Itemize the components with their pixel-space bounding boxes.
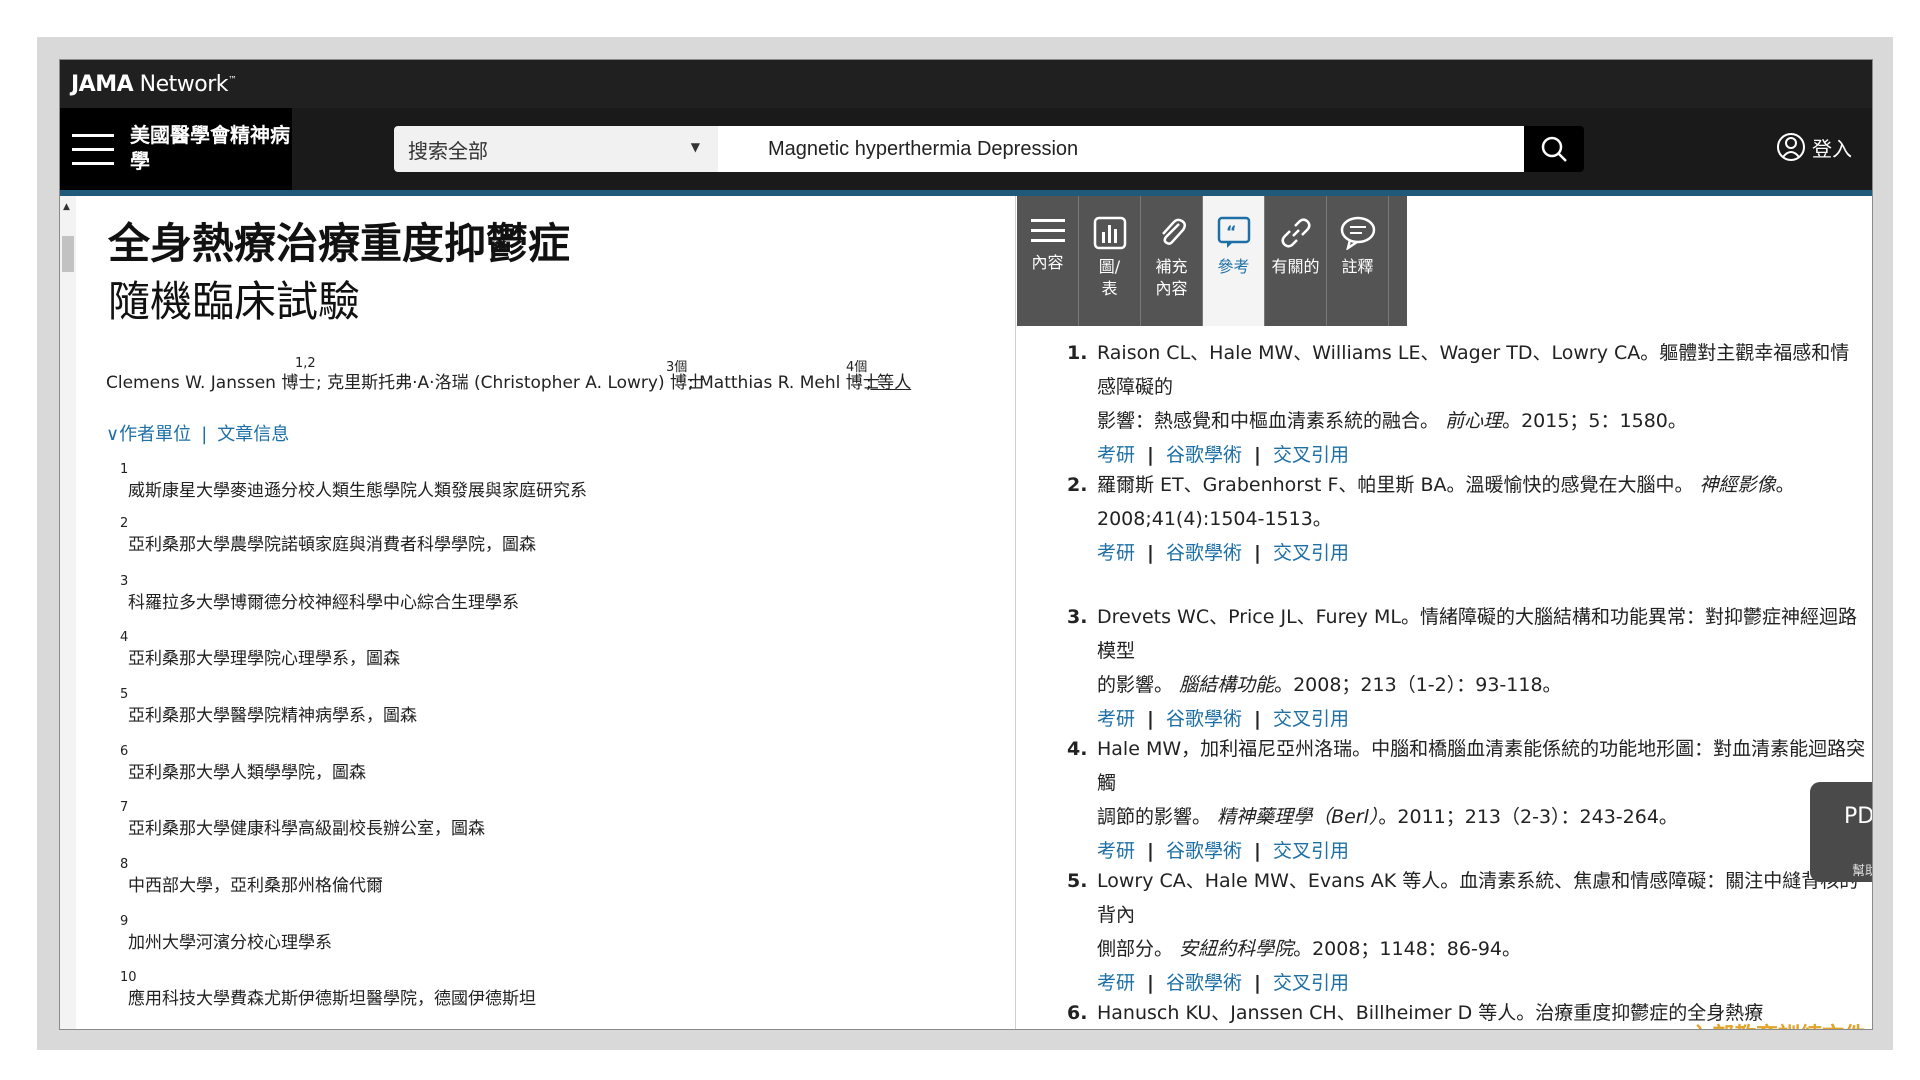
more-authors-link[interactable]: ; 等人 — [866, 368, 911, 393]
google-scholar-link[interactable]: 谷歌學術 — [1166, 444, 1242, 466]
article-title: 全身熱療治療重度抑鬱症 — [108, 219, 571, 268]
crossref-link[interactable]: 交叉引用 — [1273, 444, 1349, 466]
affiliation-item: 2 亞利桑那大學農學院諾頓家庭與消費者科學學院，圖森 — [120, 516, 536, 555]
search-scope-select[interactable]: 搜索全部 ▼ — [394, 126, 718, 172]
affiliation-item: 5 亞利桑那大學醫學院精神病學系，圖森 — [120, 687, 417, 726]
reference-item: 2. 羅爾斯 ET、Grabenhorst F、帕里斯 BA。溫暖愉快的感覺在大… — [1067, 474, 1795, 564]
panel-toolbar: 內容 圖/表 補充 內容 “ 參考 有關的 註釋 — [1017, 196, 1407, 326]
affiliation-item: 9 加州大學河濱分校心理學系 — [120, 914, 332, 953]
caret-down-icon: ▼ — [690, 140, 700, 154]
search-button[interactable] — [1524, 126, 1584, 172]
pubmed-link[interactable]: 考研 — [1097, 972, 1135, 994]
browser-window: JAMA Network™ 美國醫學會精神病學 搜索全部 ▼ Magnetic … — [59, 59, 1873, 1030]
pubmed-link[interactable]: 考研 — [1097, 542, 1135, 564]
affiliation-item: 3 科羅拉多大學博爾德分校神經科學中心綜合生理學系 — [120, 574, 519, 613]
search-input[interactable]: Magnetic hyperthermia Depression — [718, 126, 1524, 172]
article-subtitle: 隨機臨床試驗 — [108, 277, 361, 326]
comment-icon — [1340, 216, 1375, 250]
crossref-link[interactable]: 交叉引用 — [1273, 542, 1349, 564]
svg-text:“: “ — [1226, 222, 1237, 241]
reference-item: 1. Raison CL、Hale MW、Williams LE、Wager T… — [1067, 342, 1850, 466]
article-links: ∨作者單位 | 文章信息 — [106, 424, 290, 445]
pdf-label: PDF — [1844, 804, 1873, 829]
google-scholar-link[interactable]: 谷歌學術 — [1166, 840, 1242, 862]
author-name[interactable]: ; 克里斯托弗·A·洛瑞 (Christopher A. Lowry) 博士 — [316, 368, 704, 393]
journal-title[interactable]: 美國醫學會精神病學 — [130, 122, 290, 174]
affiliation-item: 7 亞利桑那大學健康科學高級副校長辦公室，圖森 — [120, 800, 485, 839]
reference-item: 4. Hale MW，加利福尼亞州洛瑞。中腦和橋腦血清素能係統的功能地形圖：對血… — [1067, 738, 1866, 862]
jama-network-logo[interactable]: JAMA Network™ — [71, 72, 237, 97]
author-name[interactable]: Clemens W. Janssen 博士 — [106, 368, 315, 393]
link-icon — [1280, 218, 1311, 248]
pubmed-link[interactable]: 考研 — [1097, 840, 1135, 862]
network-bar: JAMA Network™ — [60, 60, 1872, 108]
affiliation-item: 10 應用科技大學費森尤斯伊德斯坦醫學院，德國伊德斯坦 — [120, 970, 536, 1009]
affiliation-item: 6 亞利桑那大學人類學學院，圖森 — [120, 744, 366, 783]
affiliation-item: 1 威斯康星大學麥迪遜分校人類生態學院人類發展與家庭研究系 — [120, 462, 587, 501]
pdf-download-button[interactable]: PDF 幫助 — [1810, 782, 1873, 882]
author-affiliation-ref: 4個 — [846, 360, 868, 375]
side-panel: 內容 圖/表 補充 內容 “ 參考 有關的 註釋 1. Raison CL、Ha… — [1017, 196, 1872, 1029]
watermark: 內部教育訓練文件 — [1690, 1018, 1866, 1029]
author-affiliations-toggle[interactable]: ∨作者單位 — [106, 424, 191, 445]
crossref-link[interactable]: 交叉引用 — [1273, 708, 1349, 730]
google-scholar-link[interactable]: 谷歌學術 — [1166, 542, 1242, 564]
tool-supplemental[interactable]: 補充 內容 — [1141, 196, 1203, 326]
affiliation-item: 8 中西部大學，亞利桑那州格倫代爾 — [120, 857, 383, 896]
author-list: Clemens W. Janssen 博士 1,2 ; 克里斯托弗·A·洛瑞 (… — [106, 356, 1006, 396]
pubmed-link[interactable]: 考研 — [1097, 444, 1135, 466]
menu-icon — [1030, 219, 1065, 242]
chart-icon — [1093, 216, 1126, 250]
brand-block: 美國醫學會精神病學 — [60, 108, 292, 190]
reference-item: 3. Drevets WC、Price JL、Furey ML。情緒障礙的大腦結… — [1067, 606, 1857, 730]
article-info-link[interactable]: 文章信息 — [217, 424, 289, 445]
search-icon — [1541, 136, 1567, 162]
tool-figures-tables[interactable]: 圖/表 — [1079, 196, 1141, 326]
hamburger-menu-icon[interactable] — [72, 134, 114, 166]
tool-related[interactable]: 有關的 — [1265, 196, 1327, 326]
crossref-link[interactable]: 交叉引用 — [1273, 840, 1349, 862]
help-label[interactable]: 幫助 — [1852, 860, 1872, 879]
tool-references[interactable]: “ 參考 — [1203, 196, 1265, 326]
crossref-link[interactable]: 交叉引用 — [1273, 972, 1349, 994]
scrollbar-thumb[interactable] — [62, 236, 74, 272]
article-column: ▲ 全身熱療治療重度抑鬱症 隨機臨床試驗 Clemens W. Janssen … — [60, 196, 1016, 1029]
author-affiliation-ref: 3個 — [666, 360, 688, 375]
tool-comments[interactable]: 註釋 — [1327, 196, 1389, 326]
scroll-up-icon[interactable]: ▲ — [63, 202, 70, 212]
user-icon — [1777, 133, 1805, 161]
google-scholar-link[interactable]: 谷歌學術 — [1166, 972, 1242, 994]
tool-contents[interactable]: 內容 — [1017, 196, 1079, 326]
journal-header: 美國醫學會精神病學 搜索全部 ▼ Magnetic hyperthermia D… — [60, 108, 1872, 190]
scrollbar[interactable]: ▲ — [60, 196, 76, 1029]
screenshot-frame: JAMA Network™ 美國醫學會精神病學 搜索全部 ▼ Magnetic … — [37, 37, 1893, 1050]
sign-in-button[interactable]: 登入 — [1776, 132, 1852, 162]
author-affiliation-ref: 1,2 — [295, 356, 316, 371]
reference-item: 5. Lowry CA、Hale MW、Evans AK 等人。血清素系統、焦慮… — [1067, 870, 1859, 994]
google-scholar-link[interactable]: 谷歌學術 — [1166, 708, 1242, 730]
pubmed-link[interactable]: 考研 — [1097, 708, 1135, 730]
paperclip-icon — [1161, 218, 1186, 245]
quote-icon: “ — [1217, 216, 1250, 248]
affiliation-item: 4 亞利桑那大學理學院心理學系，圖森 — [120, 630, 400, 669]
